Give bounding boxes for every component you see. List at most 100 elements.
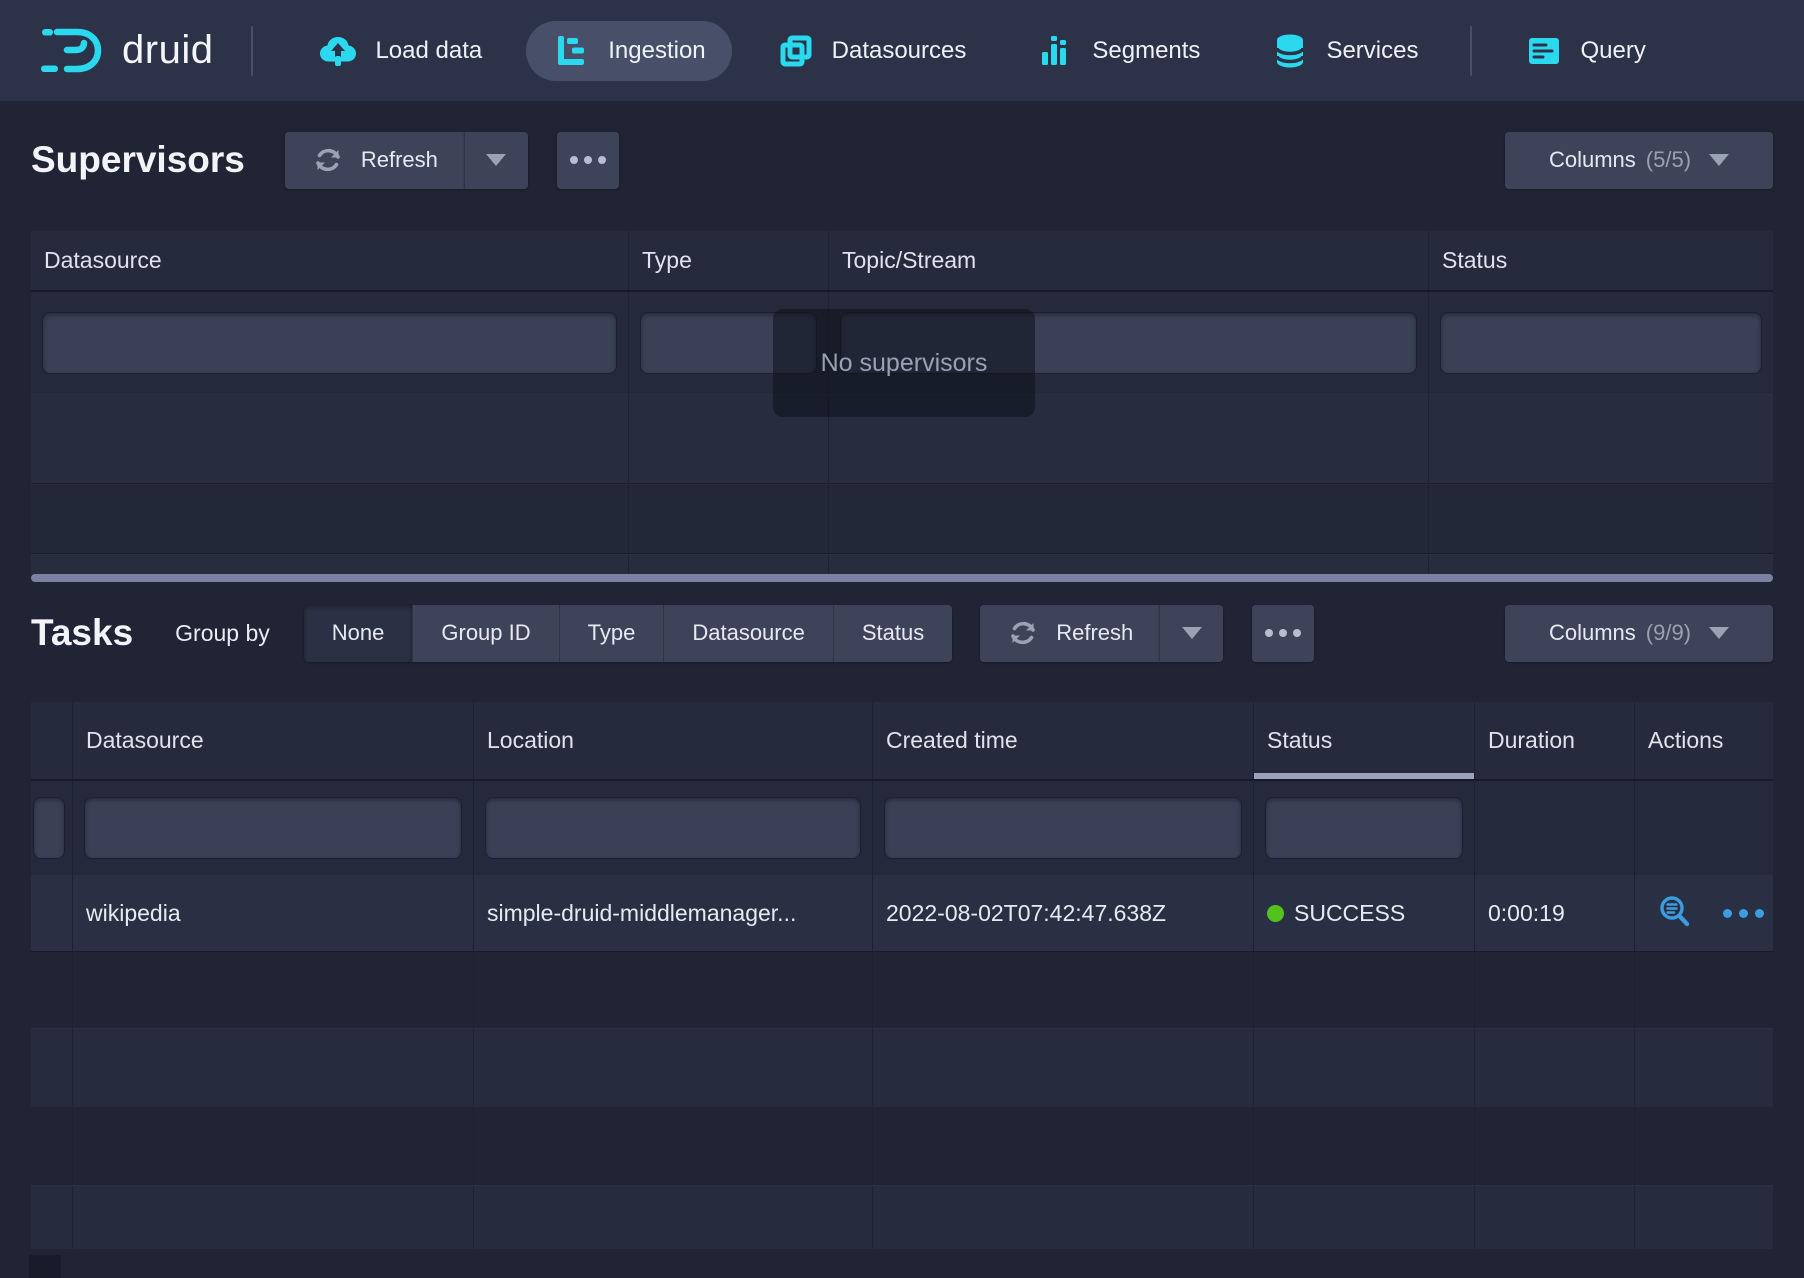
navbar: druid Load data	[0, 0, 1804, 101]
more-icon	[584, 156, 592, 164]
location-cell: simple-druid-middlemanager...	[474, 875, 873, 951]
druid-logo[interactable]: druid	[40, 23, 213, 79]
location-filter-input[interactable]	[486, 798, 860, 858]
supervisors-toolbar: Supervisors Refresh	[31, 131, 1773, 189]
tasks-columns-button[interactable]: Columns (9/9)	[1505, 605, 1773, 662]
row-spacer-cell	[31, 875, 73, 951]
tasks-empty-rows	[31, 952, 1773, 1249]
datasource-filter-input[interactable]	[85, 798, 461, 858]
refresh-icon	[1006, 616, 1040, 650]
columns-label: Columns	[1549, 147, 1636, 173]
tasks-table: Datasource Location Created time Status …	[31, 702, 1773, 1249]
nav-item-ingestion[interactable]: Ingestion	[526, 21, 731, 81]
empty-table-row	[31, 484, 1773, 554]
cloud-upload-icon	[317, 30, 359, 72]
task-detail-search-icon[interactable]	[1657, 894, 1695, 932]
scrollbar-corner[interactable]	[29, 1255, 61, 1278]
group-by-status-button[interactable]: Status	[834, 605, 952, 662]
task-actions-more-icon[interactable]	[1723, 909, 1764, 918]
column-header-created-time[interactable]: Created time	[873, 702, 1254, 779]
column-header-spacer	[31, 702, 73, 779]
column-header-location[interactable]: Location	[474, 702, 873, 779]
refresh-icon	[311, 143, 345, 177]
group-by-none-button[interactable]: None	[304, 605, 414, 662]
status-filter-input[interactable]	[1266, 798, 1462, 858]
nav-item-load-data[interactable]: Load data	[291, 21, 508, 81]
empty-table-row	[31, 554, 1773, 574]
empty-message: No supervisors	[821, 349, 988, 378]
column-header-status[interactable]: Status	[1429, 231, 1773, 290]
column-header-datasource[interactable]: Datasource	[73, 702, 474, 779]
column-header-status[interactable]: Status	[1254, 702, 1475, 779]
tasks-table-header: Datasource Location Created time Status …	[31, 702, 1773, 781]
supervisors-columns-button[interactable]: Columns (5/5)	[1505, 132, 1773, 189]
more-icon	[570, 156, 578, 164]
nav-item-label: Query	[1580, 37, 1645, 65]
empty-table-row	[31, 1028, 1773, 1106]
tasks-filter-row	[31, 781, 1773, 875]
horizontal-scrollbar[interactable]	[31, 574, 1773, 582]
group-by-datasource-button[interactable]: Datasource	[664, 605, 834, 662]
column-header-datasource[interactable]: Datasource	[31, 231, 629, 290]
column-header-actions[interactable]: Actions	[1635, 702, 1773, 779]
duration-cell: 0:00:19	[1475, 875, 1635, 951]
chevron-down-icon	[1182, 627, 1202, 639]
chevron-down-icon	[1709, 154, 1729, 166]
supervisors-more-button[interactable]	[557, 132, 619, 189]
chevron-down-icon	[1709, 627, 1729, 639]
column-header-topic-stream[interactable]: Topic/Stream	[829, 231, 1429, 290]
supervisors-table-header: Datasource Type Topic/Stream Status	[31, 231, 1773, 292]
group-by-type-button[interactable]: Type	[560, 605, 665, 662]
more-icon	[1293, 629, 1301, 637]
group-by-group-id-button[interactable]: Group ID	[413, 605, 559, 662]
supervisors-title: Supervisors	[31, 139, 245, 181]
status-cell: SUCCESS	[1254, 875, 1475, 951]
tasks-more-button[interactable]	[1252, 605, 1314, 662]
nav-item-segments[interactable]: Segments	[1010, 21, 1226, 81]
refresh-label: Refresh	[361, 147, 438, 173]
status-success-dot	[1267, 905, 1284, 922]
nav-item-label: Services	[1326, 37, 1418, 65]
task-row[interactable]: wikipedia simple-druid-middlemanager... …	[31, 875, 1773, 952]
datasource-filter-input[interactable]	[43, 313, 616, 373]
gantt-chart-icon	[552, 31, 592, 71]
created-time-filter-input[interactable]	[885, 798, 1241, 858]
nav-item-services[interactable]: Services	[1244, 21, 1444, 81]
narrow-filter-input[interactable]	[34, 798, 64, 858]
column-header-duration[interactable]: Duration	[1475, 702, 1635, 779]
refresh-button[interactable]: Refresh	[285, 132, 464, 189]
more-icon	[1265, 629, 1273, 637]
navbar-menu: Load data Ingestion	[291, 21, 1689, 81]
more-icon	[1279, 629, 1287, 637]
nav-item-label: Datasources	[832, 37, 967, 65]
druid-logo-icon	[40, 23, 106, 79]
navbar-separator	[1470, 26, 1472, 76]
layers-icon	[776, 31, 816, 71]
database-icon	[1270, 31, 1310, 71]
empty-table-row	[31, 1106, 1773, 1185]
chevron-down-icon	[486, 154, 506, 166]
column-header-type[interactable]: Type	[629, 231, 829, 290]
nav-item-query[interactable]: Query	[1498, 21, 1671, 81]
sort-indicator	[1254, 773, 1474, 779]
status-filter-input[interactable]	[1441, 313, 1761, 373]
refresh-button[interactable]: Refresh	[980, 605, 1159, 662]
no-supervisors-overlay: No supervisors	[773, 309, 1035, 417]
columns-label: Columns	[1549, 620, 1636, 646]
empty-table-row	[31, 952, 1773, 1028]
tasks-toolbar: Tasks Group by None Group ID Type Dataso…	[31, 604, 1773, 662]
nav-item-label: Load data	[375, 37, 482, 65]
nav-item-datasources[interactable]: Datasources	[750, 21, 993, 81]
group-by-label: Group by	[175, 620, 270, 647]
nav-item-label: Ingestion	[608, 37, 705, 65]
status-text: SUCCESS	[1294, 900, 1405, 927]
columns-count: (5/5)	[1646, 147, 1691, 173]
tasks-refresh-split-button: Refresh	[980, 605, 1223, 662]
group-by-button-group: None Group ID Type Datasource Status	[304, 605, 952, 662]
refresh-dropdown-button[interactable]	[1159, 605, 1223, 662]
empty-table-row	[31, 1185, 1773, 1249]
datasource-cell: wikipedia	[73, 875, 474, 951]
tasks-section: Tasks Group by None Group ID Type Dataso…	[0, 604, 1804, 1249]
refresh-dropdown-button[interactable]	[464, 132, 528, 189]
brand-name: druid	[122, 28, 213, 73]
